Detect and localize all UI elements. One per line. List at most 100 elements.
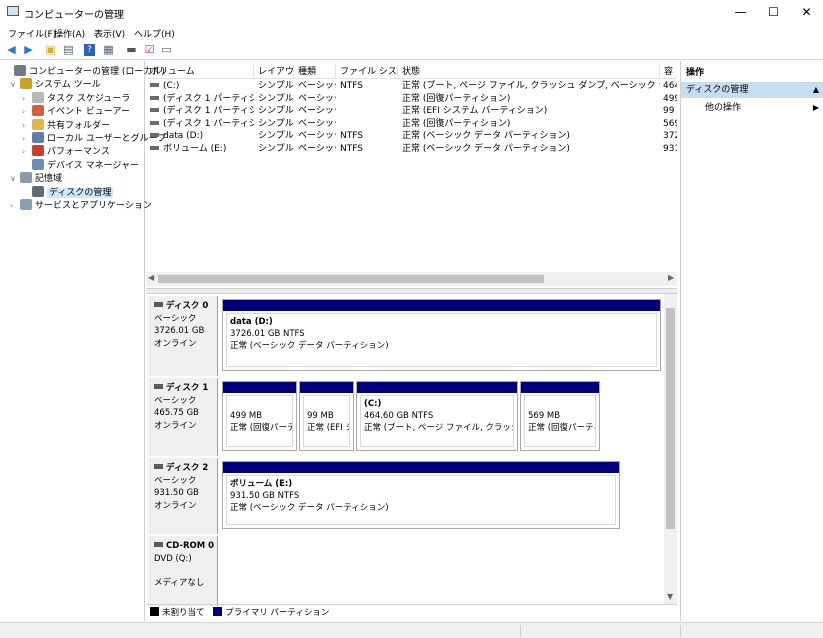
partition-size: 3726.01 GB NTFS <box>230 329 305 339</box>
show-hide-tree-icon[interactable]: ▤ <box>61 43 76 57</box>
disk-label[interactable]: CD-ROM 0 DVD (Q:) メディアなし <box>148 536 218 606</box>
tree-item-label: 共有フォルダー <box>47 120 111 131</box>
tree-item[interactable]: › 共有フォルダー <box>22 118 111 132</box>
legend-unallocated-label: 未割り当て <box>162 608 205 618</box>
expand-right-icon[interactable]: › <box>10 199 20 212</box>
check-icon[interactable]: ☑ <box>142 43 157 57</box>
console-icon[interactable]: ▭ <box>159 43 174 57</box>
partition-info: 99 MB 正常 (EFI シ <box>303 395 350 447</box>
action-more-actions[interactable]: 他の操作 ▶ <box>681 101 823 115</box>
actions-pane: 操作 ディスクの管理 ▲ 他の操作 ▶ <box>680 61 823 621</box>
vscroll-thumb[interactable] <box>666 308 675 529</box>
expand-right-icon[interactable]: › <box>22 105 32 118</box>
menu-file[interactable]: ファイル(F) <box>8 27 56 40</box>
tree-item[interactable]: ディスクの管理 <box>22 185 114 199</box>
shared-folder-icon <box>32 118 44 130</box>
column-type[interactable]: 種類 <box>294 65 336 79</box>
scroll-right-icon[interactable]: ▶ <box>668 273 674 282</box>
partition-block[interactable]: 99 MB 正常 (EFI シ <box>299 381 354 451</box>
help-icon[interactable]: ? <box>84 44 95 56</box>
column-status[interactable]: 状態 <box>398 65 660 79</box>
expand-down-icon[interactable]: ∨ <box>10 78 20 91</box>
partition-name <box>528 398 592 410</box>
partition-name <box>307 398 346 410</box>
disk-label[interactable]: ディスク 0 ベーシック 3726.01 GB オンライン <box>148 296 218 376</box>
tree-item[interactable]: ∨ システム ツール <box>10 78 101 91</box>
menu-view[interactable]: 表示(V) <box>94 27 125 40</box>
tree-item[interactable]: ∨ 記憶域 <box>10 172 62 185</box>
tree-item[interactable]: デバイス マネージャー <box>22 158 139 172</box>
drive-icon[interactable]: ▬ <box>124 43 139 57</box>
tree-item[interactable]: › サービスとアプリケーション <box>10 199 152 212</box>
tree-item[interactable]: › イベント ビューアー <box>22 105 130 118</box>
forward-icon[interactable]: ▶ <box>21 43 36 57</box>
cell-layout: シンプル <box>258 105 294 118</box>
volume-row[interactable]: data (D:) シンプルベーシック NTFS 正常 (ベーシック データ パーティ… <box>146 130 677 143</box>
volume-icon <box>150 95 159 100</box>
disk-type: ベーシック <box>154 313 197 324</box>
column-layout[interactable]: レイアウト <box>254 65 294 79</box>
disk-management-icon <box>32 185 44 197</box>
disk-label[interactable]: ディスク 2 ベーシック 931.50 GB オンライン <box>148 458 218 534</box>
tree-item[interactable]: › タスク スケジューラ <box>22 91 130 105</box>
volume-row[interactable]: (C:) シンプルベーシック NTFS 正常 (ブート, ページ ファイル, クラッシ… <box>146 80 677 93</box>
disk-size: 3726.01 GB <box>154 326 205 336</box>
volume-row[interactable]: ボリューム (E:) シンプルベーシック NTFS 正常 (ベーシック データ パーテ… <box>146 143 677 156</box>
expand-down-icon[interactable]: ∨ <box>10 172 20 185</box>
navigation-tree: コンピューターの管理 (ローカル) ∨ システム ツール › タスク スケジューラ › イベ… <box>0 61 166 621</box>
disk-map-vscrollbar[interactable]: ▼ <box>664 294 677 604</box>
cell-volume: (ディスク 1 パーティション 1) <box>148 93 254 106</box>
clock-icon <box>32 91 44 103</box>
expand-right-icon[interactable]: › <box>22 92 32 105</box>
partition-status: 正常 (ベーシック データ パーティション) <box>230 341 389 351</box>
disk-name: CD-ROM 0 <box>166 541 215 551</box>
partition-block[interactable]: data (D:) 3726.01 GB NTFS 正常 (ベーシック データ パー… <box>222 299 661 371</box>
collapse-up-icon[interactable]: ▲ <box>813 82 819 98</box>
partition-block[interactable]: 499 MB 正常 (回復パーティ <box>222 381 297 451</box>
users-icon <box>32 132 44 143</box>
partition-block[interactable]: 569 MB 正常 (回復パーティシ <box>520 381 600 451</box>
scroll-left-icon[interactable]: ◀ <box>148 273 154 282</box>
expand-right-icon[interactable]: › <box>22 119 32 132</box>
volume-row[interactable]: (ディスク 1 パーティション 1) シンプルベーシック 正常 (回復パーティション… <box>146 93 677 106</box>
cell-status-text: 正常 (EFI システム パーティション) <box>402 106 548 117</box>
minimize-button[interactable]: — <box>724 0 757 24</box>
menu-help[interactable]: ヘルプ(H) <box>134 27 175 40</box>
volume-list-hscrollbar[interactable]: ◀ ▶ <box>146 272 677 286</box>
maximize-button[interactable]: ☐ <box>757 0 790 24</box>
menu-action[interactable]: 操作(A) <box>54 27 85 40</box>
volume-row[interactable]: (ディスク 1 パーティション 2) シンプルベーシック 正常 (EFI システム … <box>146 105 677 118</box>
disk-label[interactable]: ディスク 1 ベーシック 465.75 GB オンライン <box>148 378 218 456</box>
disk-name: ディスク 1 <box>166 383 209 393</box>
tree-item[interactable]: › ローカル ユーザーとグループ <box>22 132 166 145</box>
cell-layout: シンプル <box>258 118 294 131</box>
cell-status: 正常 (ブート, ページ ファイル, クラッシュ ダンプ, ベーシック データ … <box>402 80 660 93</box>
cell-status-text: 正常 (ブート, ページ ファイル, クラッシュ ダンプ, ベーシック データ … <box>402 81 660 91</box>
close-button[interactable]: ✕ <box>790 0 823 24</box>
volume-row[interactable]: (ディスク 1 パーティション 5) シンプルベーシック 正常 (回復パーティション… <box>146 118 677 131</box>
column-volume[interactable]: ボリューム <box>146 65 254 79</box>
scroll-down-icon[interactable]: ▼ <box>667 592 673 601</box>
actions-header: 操作 <box>686 68 705 78</box>
partition-block[interactable]: ボリューム (E:) 931.50 GB NTFS 正常 (ベーシック データ パー… <box>222 461 620 529</box>
cell-layout-text: シンプル <box>258 106 294 117</box>
cell-filesystem: NTFS <box>340 80 398 93</box>
tree-item[interactable]: コンピューターの管理 (ローカル) <box>4 65 165 78</box>
up-folder-icon[interactable]: ▣ <box>43 43 58 57</box>
expand-right-icon[interactable]: › <box>22 132 32 145</box>
cell-type: ベーシック <box>298 118 336 131</box>
expand-right-icon[interactable]: › <box>22 145 32 158</box>
column-filesystem[interactable]: ファイル システム <box>336 65 398 79</box>
cell-layout-text: シンプル <box>258 144 294 154</box>
disk-icon <box>154 302 163 307</box>
action-disk-management[interactable]: ディスクの管理 ▲ <box>681 82 823 98</box>
tree-item[interactable]: › パフォーマンス <box>22 145 110 158</box>
cell-status: 正常 (ベーシック データ パーティション) <box>402 130 660 143</box>
column-capacity[interactable]: 容 <box>660 65 677 79</box>
menu-bar: ファイル(F) 操作(A) 表示(V) ヘルプ(H) <box>0 24 823 40</box>
back-icon[interactable]: ◀ <box>4 43 19 57</box>
properties-icon[interactable]: ▦ <box>101 43 116 57</box>
partition-block[interactable]: (C:) 464.60 GB NTFS 正常 (ブート, ページ ファイル, クラッ… <box>356 381 518 451</box>
hscroll-thumb[interactable] <box>158 275 544 283</box>
partition-status: 正常 (EFI シ <box>307 423 350 433</box>
